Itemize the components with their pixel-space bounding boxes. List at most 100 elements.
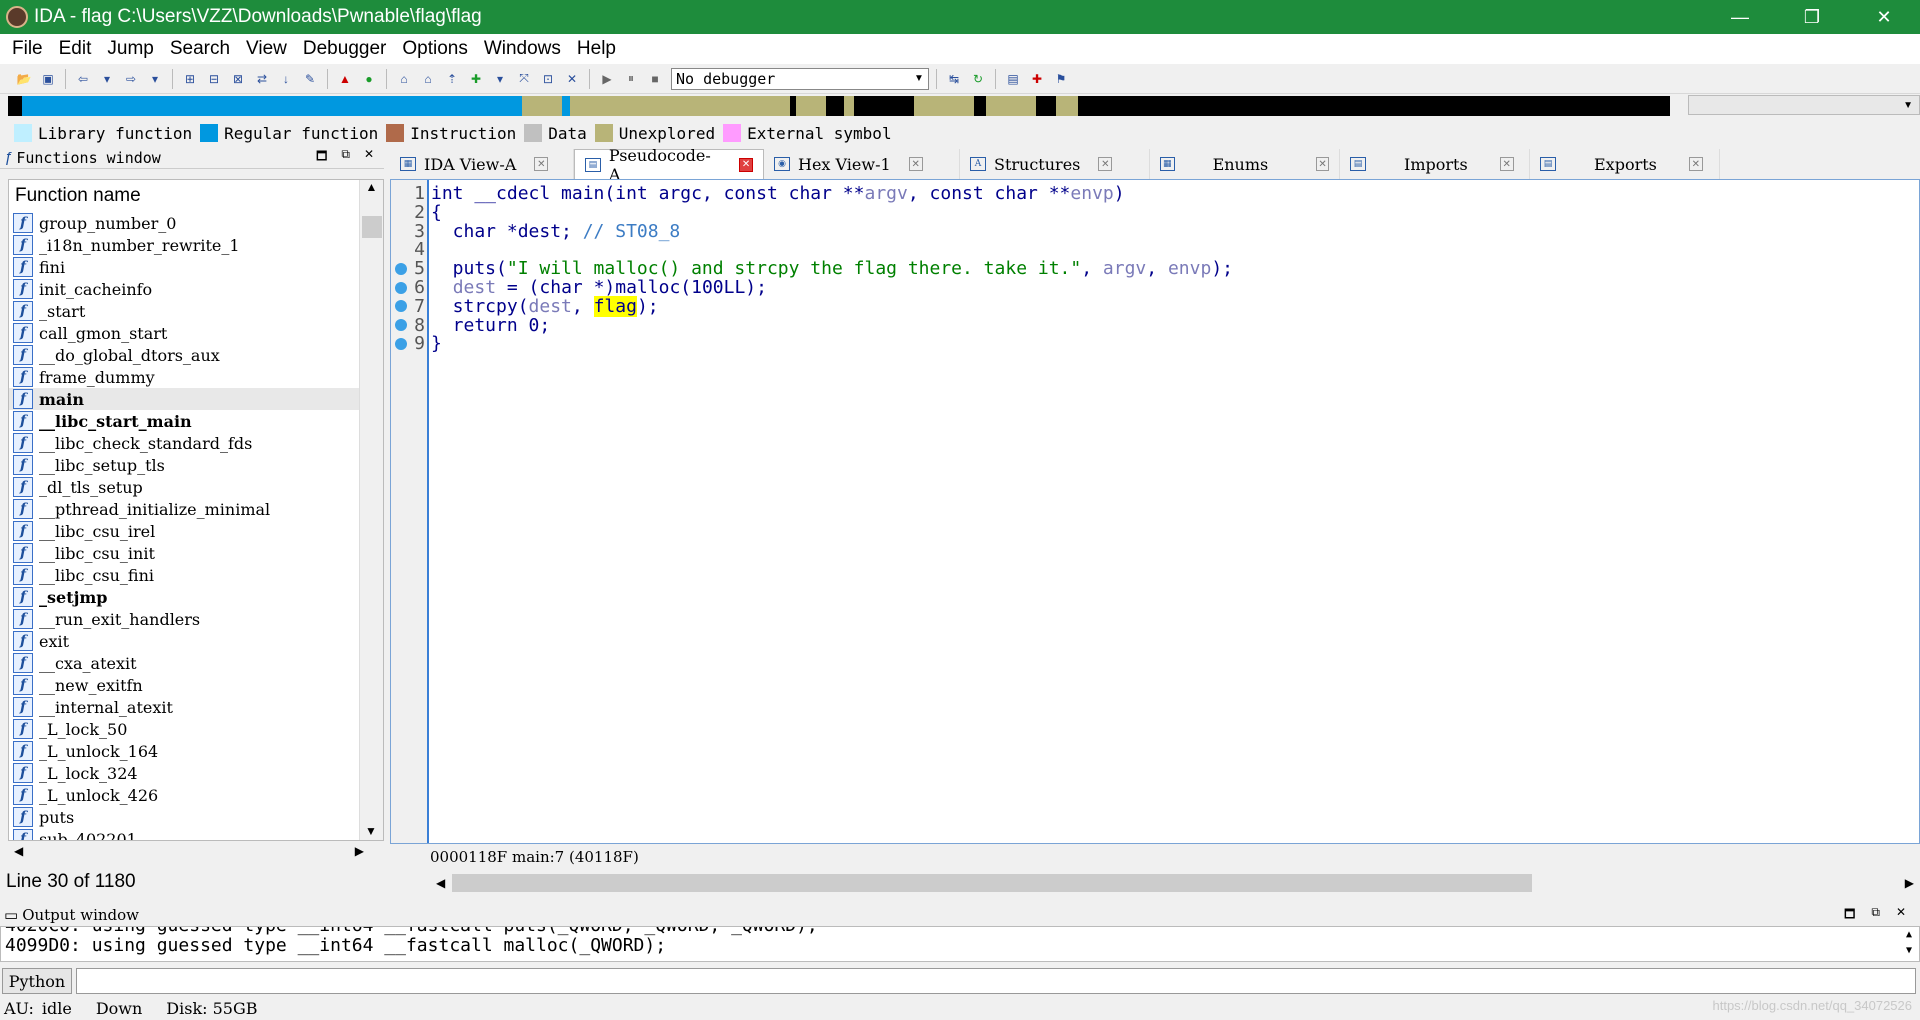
scroll-right-icon[interactable]: ▶ bbox=[355, 844, 364, 858]
python-button[interactable]: Python bbox=[2, 968, 72, 994]
pin-icon[interactable]: ✚ bbox=[1027, 69, 1047, 89]
tab-exports[interactable]: ▤ Exports ✕ bbox=[1530, 149, 1720, 179]
tab-structures[interactable]: A Structures ✕ bbox=[960, 149, 1150, 179]
close-button[interactable]: ✕ bbox=[1848, 0, 1920, 34]
minimize-icon[interactable]: 🗖 bbox=[316, 147, 327, 168]
tab-enums[interactable]: ▦ Enums ✕ bbox=[1150, 149, 1340, 179]
close-icon[interactable]: ✕ bbox=[1688, 157, 1703, 171]
menu-debugger[interactable]: Debugger bbox=[295, 38, 394, 60]
function-list-item[interactable]: f _start bbox=[9, 300, 383, 322]
menu-edit[interactable]: Edit bbox=[51, 38, 100, 60]
trace-icon[interactable]: ↹ bbox=[944, 69, 964, 89]
binary-icon[interactable]: ⊞ bbox=[180, 69, 200, 89]
function-list-item[interactable]: f _L_lock_324 bbox=[9, 762, 383, 784]
function-list-item[interactable]: f __libc_check_standard_fds bbox=[9, 432, 383, 454]
function-list-item[interactable]: f _L_lock_50 bbox=[9, 718, 383, 740]
float-icon[interactable]: ⧉ bbox=[1871, 905, 1880, 926]
pseudocode-editor[interactable]: 1 int __cdecl main(int argc, const char *… bbox=[390, 179, 1920, 844]
function-list-item[interactable]: f _L_unlock_426 bbox=[9, 784, 383, 806]
close-icon[interactable]: ✕ bbox=[364, 147, 374, 168]
function-list-item[interactable]: f __run_exit_handlers bbox=[9, 608, 383, 630]
tab-pseudocode-a[interactable]: ▤ Pseudocode-A ✕ bbox=[574, 146, 764, 184]
function-list-item[interactable]: f init_cacheinfo bbox=[9, 278, 383, 300]
float-icon[interactable]: ⧉ bbox=[341, 147, 350, 168]
function-list-item[interactable]: f puts bbox=[9, 806, 383, 828]
dropdown-icon[interactable]: ▾ bbox=[97, 69, 117, 89]
sequence-icon[interactable]: ⇄ bbox=[252, 69, 272, 89]
plus-icon[interactable]: ✚ bbox=[466, 69, 486, 89]
function-list-item[interactable]: f __do_global_dtors_aux bbox=[9, 344, 383, 366]
dropdown-icon[interactable]: ▾ bbox=[145, 69, 165, 89]
scroll-left-icon[interactable]: ◀ bbox=[436, 876, 445, 890]
report-icon[interactable]: ▤ bbox=[1003, 69, 1023, 89]
close-icon[interactable]: ✕ bbox=[1098, 157, 1113, 171]
nav-scroll-select[interactable]: ▼ bbox=[1688, 95, 1920, 115]
menu-jump[interactable]: Jump bbox=[99, 38, 161, 60]
column-header-function-name[interactable]: Function name bbox=[9, 180, 383, 212]
function-list[interactable]: Function name f group_number_0 f _i18n_numb… bbox=[8, 179, 384, 841]
function-list-item[interactable]: f group_number_0 bbox=[9, 212, 383, 234]
name-icon[interactable]: ✎ bbox=[300, 69, 320, 89]
scroll-up-icon[interactable]: ▲ bbox=[360, 180, 383, 198]
code-text[interactable]: } bbox=[431, 333, 442, 354]
open-icon[interactable]: 📂 bbox=[14, 69, 34, 89]
function-list-item[interactable]: f call_gmon_start bbox=[9, 322, 383, 344]
menu-options[interactable]: Options bbox=[394, 38, 475, 60]
tab-ida-view-a[interactable]: ▦ IDA View-A ✕ bbox=[390, 149, 574, 179]
menu-view[interactable]: View bbox=[238, 38, 295, 60]
close-icon[interactable]: ✕ bbox=[1896, 905, 1906, 926]
scroll-left-icon[interactable]: ◀ bbox=[14, 844, 23, 858]
bookmark-icon[interactable]: ⚑ bbox=[1051, 69, 1071, 89]
vertical-scrollbar[interactable]: ▲ ▼ bbox=[359, 180, 383, 840]
xref-icon[interactable]: ⤧ bbox=[514, 69, 534, 89]
graph-icon[interactable]: ⌂ bbox=[394, 69, 414, 89]
close-icon[interactable]: ✕ bbox=[534, 157, 549, 171]
function-list-item[interactable]: f sub_402201 bbox=[9, 828, 383, 840]
save-icon[interactable]: ▣ bbox=[38, 69, 58, 89]
function-list-item[interactable]: f __libc_csu_init bbox=[9, 542, 383, 564]
close-icon[interactable]: ✕ bbox=[1316, 157, 1329, 171]
command-input[interactable] bbox=[76, 968, 1916, 994]
dropdown-icon[interactable]: ▾ bbox=[490, 69, 510, 89]
menu-search[interactable]: Search bbox=[162, 38, 238, 60]
close-icon[interactable]: ✕ bbox=[1499, 157, 1514, 171]
flowchart-icon[interactable]: ⌂ bbox=[418, 69, 438, 89]
function-list-item[interactable]: f __libc_csu_fini bbox=[9, 564, 383, 586]
code-line[interactable]: 9} bbox=[391, 332, 1891, 355]
pause-icon[interactable]: ⏸ bbox=[621, 69, 641, 89]
scrollbar-thumb[interactable] bbox=[452, 874, 1532, 892]
function-list-item[interactable]: f __libc_start_main bbox=[9, 410, 383, 432]
tab-imports[interactable]: ▤ Imports ✕ bbox=[1340, 149, 1530, 179]
close-icon[interactable]: ✕ bbox=[739, 157, 754, 172]
function-list-item[interactable]: f exit bbox=[9, 630, 383, 652]
function-list-item[interactable]: f __internal_atexit bbox=[9, 696, 383, 718]
function-list-item[interactable]: f _setjmp bbox=[9, 586, 383, 608]
breakpoint-icon[interactable]: ▲ bbox=[335, 69, 355, 89]
jump-down-icon[interactable]: ↓ bbox=[276, 69, 296, 89]
function-list-item[interactable]: f frame_dummy bbox=[9, 366, 383, 388]
close-icon[interactable]: ✕ bbox=[908, 157, 923, 171]
function-list-item[interactable]: f __libc_csu_irel bbox=[9, 520, 383, 542]
menu-windows[interactable]: Windows bbox=[476, 38, 569, 60]
delete-icon[interactable]: ✕ bbox=[562, 69, 582, 89]
function-list-item[interactable]: f _L_unlock_164 bbox=[9, 740, 383, 762]
function-list-item[interactable]: f _dl_tls_setup bbox=[9, 476, 383, 498]
minimize-icon[interactable]: 🗖 bbox=[1844, 905, 1855, 926]
debugger-select[interactable]: No debugger ▼ bbox=[671, 67, 929, 90]
run-icon[interactable]: ▶ bbox=[597, 69, 617, 89]
search-icon[interactable]: ⊠ bbox=[228, 69, 248, 89]
maximize-button[interactable]: ❐ bbox=[1776, 0, 1848, 34]
function-list-item[interactable]: f __cxa_atexit bbox=[9, 652, 383, 674]
output-window-body[interactable]: 4020C0: using guessed type __int64 __fas… bbox=[0, 926, 1920, 962]
horizontal-scrollbar[interactable]: ◀ ▶ bbox=[8, 841, 384, 861]
minimize-button[interactable]: — bbox=[1704, 0, 1776, 34]
refresh-icon[interactable]: ↻ bbox=[968, 69, 988, 89]
back-icon[interactable]: ⇦ bbox=[73, 69, 93, 89]
menu-file[interactable]: File bbox=[4, 38, 51, 60]
text-search-icon[interactable]: ⊟ bbox=[204, 69, 224, 89]
function-list-item[interactable]: f __new_exitfn bbox=[9, 674, 383, 696]
tab-hex-view-1[interactable]: ◉ Hex View-1 ✕ bbox=[764, 149, 960, 179]
editor-horizontal-scrollbar[interactable]: ◀ ▶ bbox=[430, 872, 1920, 894]
function-list-item[interactable]: f __pthread_initialize_minimal bbox=[9, 498, 383, 520]
function-list-item[interactable]: f _i18n_number_rewrite_1 bbox=[9, 234, 383, 256]
